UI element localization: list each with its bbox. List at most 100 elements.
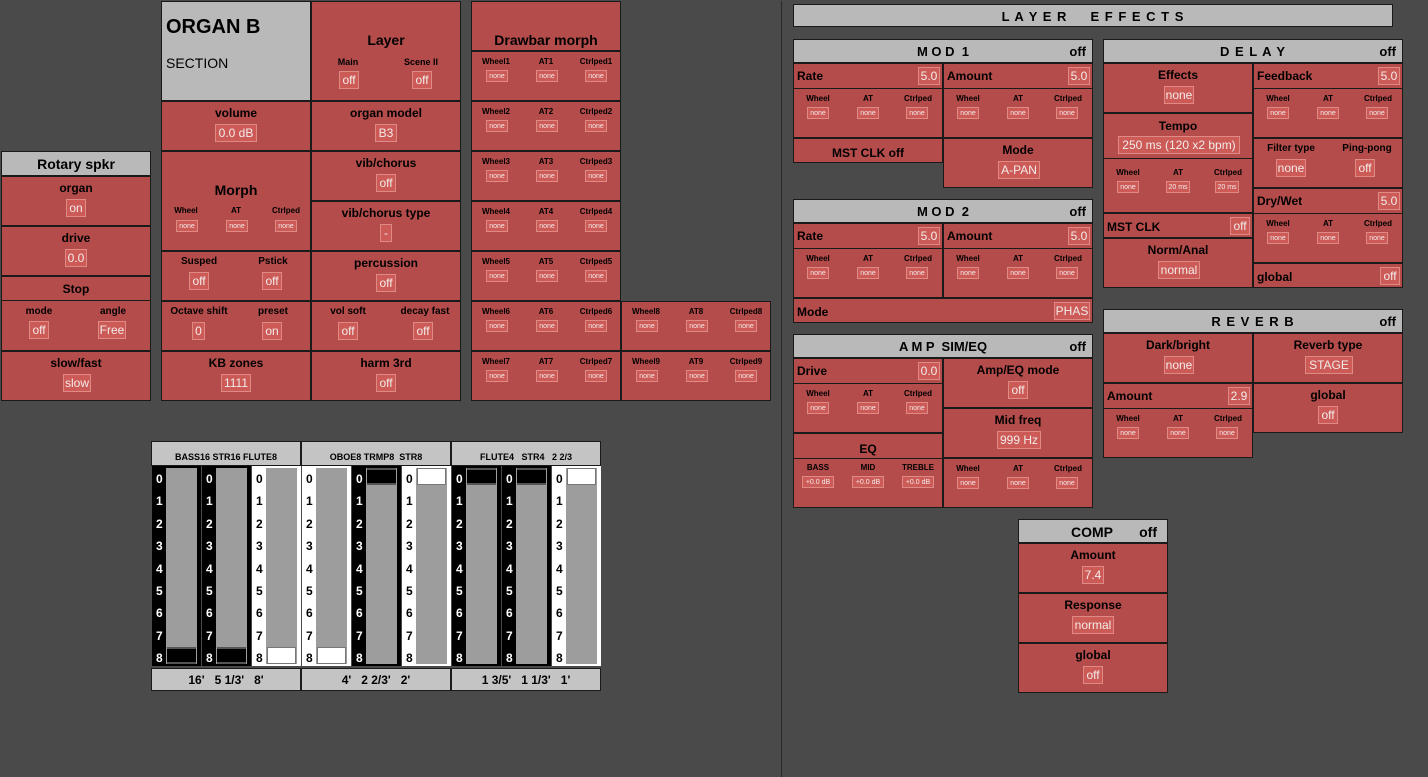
main-value[interactable]: off <box>339 71 359 89</box>
drawbar-morph-a-value[interactable]: none <box>686 320 708 332</box>
drawbar-7[interactable]: 0 1 2 3 4 5 6 7 8 <box>452 466 501 666</box>
delay-fb-wheel[interactable]: none <box>1267 107 1289 119</box>
preset-value[interactable]: on <box>262 322 282 340</box>
comp-amount-value[interactable]: 7.4 <box>1082 566 1104 584</box>
delay-dw-wheel[interactable]: none <box>1267 232 1289 244</box>
mod1-amount-wheel[interactable]: none <box>957 107 979 119</box>
reverb-global-value[interactable]: off <box>1318 406 1338 424</box>
mod1-rate-value[interactable]: 5.0 <box>918 67 940 85</box>
amp-status[interactable]: off <box>1069 339 1086 354</box>
rotary-angle-value[interactable]: Free <box>98 321 126 339</box>
mod1-mstclk-panel[interactable]: MST CLK off <box>793 138 943 163</box>
mod1-amount-at[interactable]: none <box>1007 107 1029 119</box>
drawbar-morph-w-value[interactable]: none <box>486 170 508 182</box>
comp-response-value[interactable]: normal <box>1072 616 1114 634</box>
amp-midfreq-value[interactable]: 999 Hz <box>997 431 1041 449</box>
amp-mf-wheel[interactable]: none <box>957 477 979 489</box>
mod2-status[interactable]: off <box>1069 204 1086 219</box>
reverb-amt-wheel[interactable]: none <box>1117 427 1139 439</box>
delay-dw-ctrl[interactable]: none <box>1366 232 1388 244</box>
mod2-rate-at[interactable]: none <box>857 267 879 279</box>
drawbar-morph-w-value[interactable]: none <box>486 270 508 282</box>
delay-feedback-value[interactable]: 5.0 <box>1378 67 1400 85</box>
mod1-amount-ctrl[interactable]: none <box>1056 107 1078 119</box>
drawbar-2[interactable]: 0 1 2 3 4 5 6 7 8 <box>202 466 251 666</box>
drawbar-morph-c-value[interactable]: none <box>585 70 607 82</box>
organ-model-value[interactable]: B3 <box>375 124 397 142</box>
delay-norm-value[interactable]: normal <box>1158 261 1200 279</box>
drawbar-handle[interactable] <box>517 468 546 485</box>
mod2-amount-at[interactable]: none <box>1007 267 1029 279</box>
mod1-status[interactable]: off <box>1069 44 1086 59</box>
amp-treble-value[interactable]: +0.0 dB <box>902 476 934 488</box>
drawbar-5[interactable]: 0 1 2 3 4 5 6 7 8 <box>352 466 401 666</box>
drawbar-morph-w-value[interactable]: none <box>486 120 508 132</box>
comp-status[interactable]: off <box>1139 524 1157 540</box>
drawbar-morph-c-value[interactable]: none <box>585 170 607 182</box>
vib-chorus-value[interactable]: off <box>376 174 396 192</box>
delay-fb-ctrl[interactable]: none <box>1366 107 1388 119</box>
mod2-rate-ctrl[interactable]: none <box>906 267 928 279</box>
delay-tempo-at[interactable]: 20 ms <box>1166 181 1190 193</box>
drawbar-morph-a-value[interactable]: none <box>536 270 558 282</box>
mod2-mode-value[interactable]: PHAS <box>1054 302 1090 320</box>
comp-global-value[interactable]: off <box>1083 666 1103 684</box>
mod2-amount-ctrl[interactable]: none <box>1056 267 1078 279</box>
drawbar-morph-c-value[interactable]: none <box>585 320 607 332</box>
drawbar-morph-c-value[interactable]: none <box>735 320 757 332</box>
percussion-value[interactable]: off <box>376 274 396 292</box>
rotary-mode-value[interactable]: off <box>29 321 49 339</box>
delay-status[interactable]: off <box>1379 44 1396 59</box>
amp-drive-at[interactable]: none <box>857 402 879 414</box>
delay-mstclk-value[interactable]: off <box>1230 217 1250 235</box>
decay-fast-value[interactable]: off <box>413 322 433 340</box>
drawbar-handle[interactable] <box>317 647 346 665</box>
drawbar-handle[interactable] <box>567 468 596 485</box>
drawbar-8[interactable]: 0 1 2 3 4 5 6 7 8 <box>502 466 551 666</box>
mod1-rate-at[interactable]: none <box>857 107 879 119</box>
drawbar-morph-w-value[interactable]: none <box>486 220 508 232</box>
drawbar-morph-w-value[interactable]: none <box>636 370 658 382</box>
mod2-rate-value[interactable]: 5.0 <box>918 227 940 245</box>
drawbar-morph-w-value[interactable]: none <box>486 320 508 332</box>
reverb-amt-at[interactable]: none <box>1167 427 1189 439</box>
drawbar-morph-a-value[interactable]: none <box>536 70 558 82</box>
drawbar-morph-a-value[interactable]: none <box>536 370 558 382</box>
mod2-amount-wheel[interactable]: none <box>957 267 979 279</box>
mod1-mode-value[interactable]: A-PAN <box>998 161 1040 179</box>
amp-drive-wheel[interactable]: none <box>807 402 829 414</box>
drawbar-morph-c-value[interactable]: none <box>585 270 607 282</box>
amp-drive-value[interactable]: 0.0 <box>918 362 940 380</box>
delay-tempo-ctrl[interactable]: 20 ms <box>1215 181 1239 193</box>
amp-mode-value[interactable]: off <box>1008 381 1028 399</box>
drawbar-morph-c-value[interactable]: none <box>585 220 607 232</box>
amp-mf-at[interactable]: none <box>1007 477 1029 489</box>
reverb-amount-value[interactable]: 2.9 <box>1228 387 1250 405</box>
delay-drywet-value[interactable]: 5.0 <box>1378 192 1400 210</box>
drawbar-9[interactable]: 0 1 2 3 4 5 6 7 8 <box>552 466 601 666</box>
mod2-rate-wheel[interactable]: none <box>807 267 829 279</box>
scene-value[interactable]: off <box>412 71 432 89</box>
drawbar-morph-c-value[interactable]: none <box>735 370 757 382</box>
amp-mid-value[interactable]: +0.0 dB <box>852 476 884 488</box>
susped-value[interactable]: off <box>189 272 209 290</box>
rotary-drive-value[interactable]: 0.0 <box>65 249 87 267</box>
vib-chorus-type-value[interactable]: - <box>380 224 392 242</box>
rotary-organ-value[interactable]: on <box>66 199 86 217</box>
drawbar-morph-c-value[interactable]: none <box>585 370 607 382</box>
volume-value[interactable]: 0.0 dB <box>215 124 257 142</box>
morph-at-value[interactable]: none <box>226 220 248 232</box>
drawbar-6[interactable]: 0 1 2 3 4 5 6 7 8 <box>402 466 451 666</box>
delay-dw-at[interactable]: none <box>1317 232 1339 244</box>
mod2-amount-value[interactable]: 5.0 <box>1068 227 1090 245</box>
drawbar-morph-a-value[interactable]: none <box>536 120 558 132</box>
drawbar-handle[interactable] <box>267 647 296 665</box>
drawbar-morph-w-value[interactable]: none <box>486 370 508 382</box>
amp-bass-value[interactable]: +0.0 dB <box>802 476 834 488</box>
delay-pingpong-value[interactable]: off <box>1355 159 1375 177</box>
delay-fb-at[interactable]: none <box>1317 107 1339 119</box>
mod1-amount-value[interactable]: 5.0 <box>1068 67 1090 85</box>
pstick-value[interactable]: off <box>262 272 282 290</box>
delay-filter-value[interactable]: none <box>1276 159 1306 177</box>
drawbar-handle[interactable] <box>167 647 196 665</box>
